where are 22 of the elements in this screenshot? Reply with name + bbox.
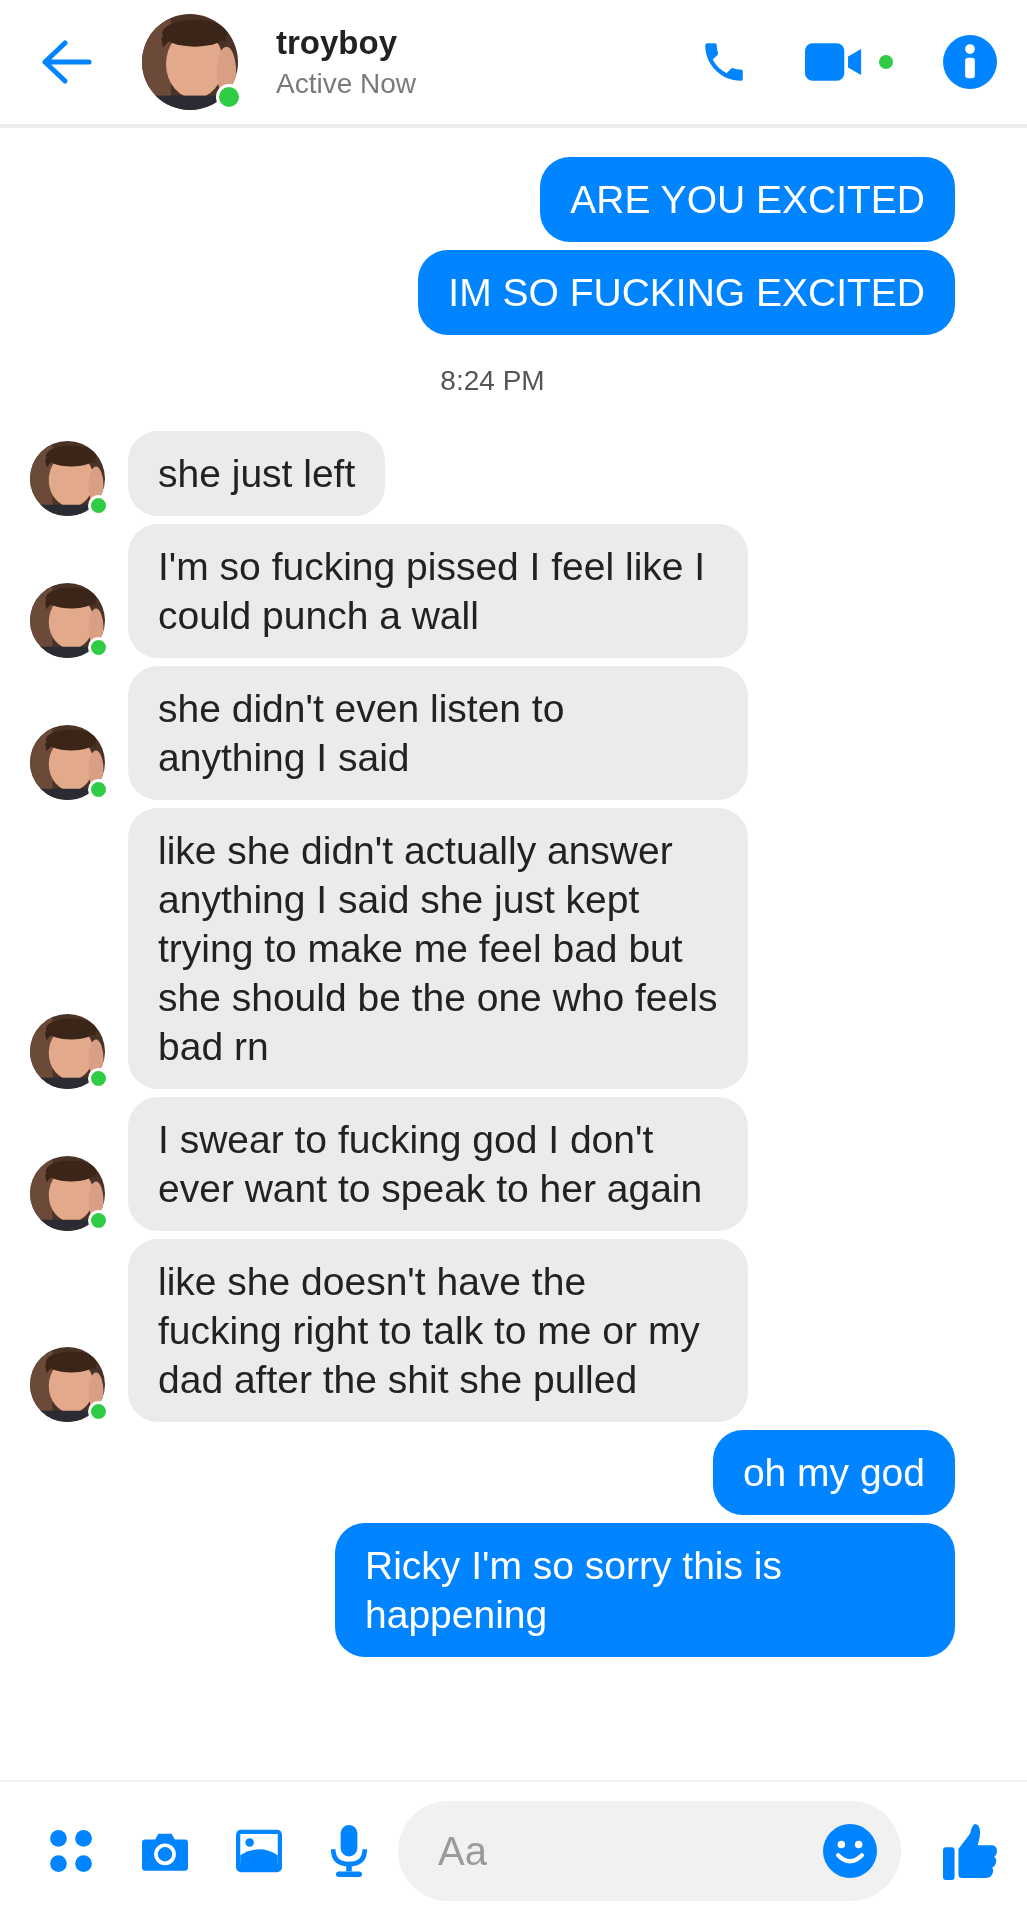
received-message: I'm so fucking pissed I feel like I could punch a wall (128, 524, 748, 658)
sent-message: Ricky I'm so sorry this is happening (335, 1523, 955, 1657)
sent-message: IM SO FUCKING EXCITED (418, 250, 955, 335)
video-camera-icon[interactable] (805, 43, 863, 81)
thumbs-up-icon[interactable] (943, 1822, 997, 1880)
received-message: she didn't even listen to anything I said (128, 666, 748, 800)
sent-message: ARE YOU EXCITED (540, 157, 955, 242)
microphone-icon[interactable] (330, 1825, 368, 1877)
timestamp: 8:24 PM (439, 364, 546, 398)
contact-name: troyboy (276, 24, 398, 62)
image-icon[interactable] (236, 1828, 282, 1874)
message-field[interactable]: Aa (398, 1801, 901, 1901)
received-message: like she didn't actually answer anything I said she just kept trying to make me feel bad but she should be the one who feels bad rn (128, 808, 748, 1089)
emoji-icon[interactable] (823, 1824, 877, 1878)
received-message: she just left (128, 431, 386, 516)
contact-status: Active Now (276, 68, 418, 100)
back-icon[interactable] (40, 40, 92, 84)
received-message: I swear to fucking god I don't ever want to speak to her again (128, 1097, 748, 1231)
info-icon[interactable] (943, 35, 997, 89)
apps-icon[interactable] (48, 1828, 94, 1874)
received-message: like she doesn't have the fucking right to talk to me or my dad after the shit she pulled (128, 1239, 748, 1422)
sent-message: oh my god (712, 1430, 955, 1515)
